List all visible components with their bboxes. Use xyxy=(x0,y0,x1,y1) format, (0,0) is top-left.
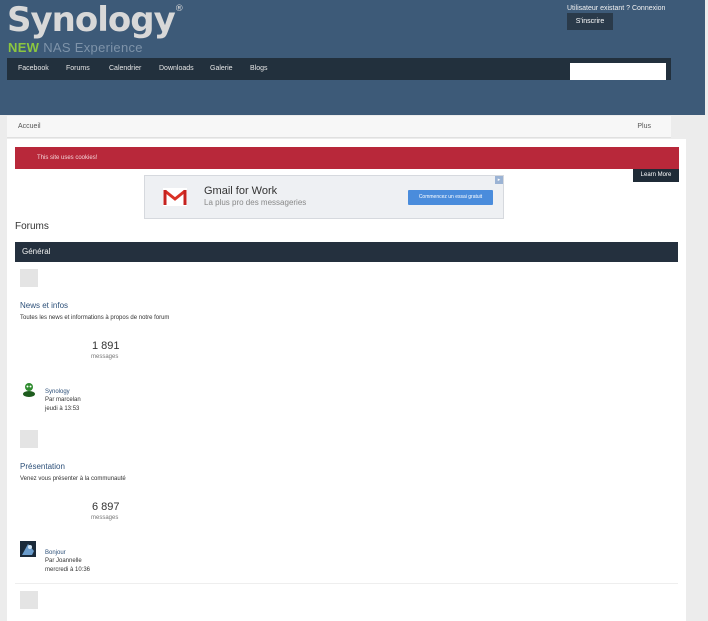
breadcrumb-home[interactable]: Accueil xyxy=(18,116,41,138)
search-input[interactable] xyxy=(570,63,666,80)
ad-choices-icon[interactable]: ▸ xyxy=(495,176,503,184)
nav-item-calendrier[interactable]: Calendrier xyxy=(109,58,141,80)
breadcrumb-more[interactable]: Plus xyxy=(637,116,651,138)
forum-status-icon xyxy=(20,430,38,448)
forum-link-news[interactable]: News et infos xyxy=(20,301,68,310)
forum-post-count: 1 891 xyxy=(92,340,120,352)
forum-description: Toutes les news et informations à propos… xyxy=(20,315,170,321)
ad-cta-button[interactable]: Commencez un essai gratuit xyxy=(408,190,493,205)
last-post-date: jeudi à 13:53 xyxy=(45,406,80,412)
nav-item-forums[interactable]: Forums xyxy=(66,58,90,80)
tagline-rest: NAS Experience xyxy=(43,40,143,55)
last-post-author[interactable]: Par Joannelle xyxy=(45,558,82,564)
ad-title: Gmail for Work xyxy=(204,185,278,197)
nav-item-facebook[interactable]: Facebook xyxy=(18,58,49,80)
signin-link[interactable]: Utilisateur existant ? Connexion xyxy=(567,5,665,12)
breadcrumb: Accueil Plus xyxy=(7,116,671,138)
last-post-author[interactable]: Par marcelan xyxy=(45,397,81,403)
learn-more-button[interactable]: Learn More xyxy=(633,169,679,182)
nav-item-downloads[interactable]: Downloads xyxy=(159,58,194,80)
cookie-text: This site uses cookies! xyxy=(37,155,98,161)
last-post-title[interactable]: Synology xyxy=(45,389,70,395)
category-title: Général xyxy=(22,247,51,256)
last-post-date: mercredi à 10:36 xyxy=(45,567,91,573)
forum-post-count-label: messages xyxy=(91,354,119,360)
ad-subtitle: La plus pro des messageries xyxy=(204,198,307,207)
forum-status-icon xyxy=(20,591,38,609)
user-avatar[interactable] xyxy=(20,541,36,557)
forum-description: Venez vous présenter à la communauté xyxy=(20,476,126,482)
user-avatar[interactable] xyxy=(21,381,37,397)
gmail-icon xyxy=(163,188,187,206)
tagline-new: NEW xyxy=(8,40,40,55)
cookie-banner: This site uses cookies! xyxy=(15,147,679,169)
site-tagline: NEW NAS Experience xyxy=(8,40,143,55)
last-post-title[interactable]: Bonjour xyxy=(45,550,66,556)
row-divider xyxy=(15,583,678,584)
nav-item-galerie[interactable]: Galerie xyxy=(210,58,233,80)
site-logo[interactable]: Synology® xyxy=(7,0,184,40)
forum-post-count-label: messages xyxy=(91,515,119,521)
forum-post-count: 6 897 xyxy=(92,501,120,513)
ad-banner[interactable]: Gmail for Work La plus pro des messageri… xyxy=(144,175,504,219)
nav-item-blogs[interactable]: Blogs xyxy=(250,58,268,80)
signup-button[interactable]: S'inscrire xyxy=(567,13,613,30)
category-header[interactable]: Général xyxy=(15,242,678,262)
forum-status-icon xyxy=(20,269,38,287)
page-title: Forums xyxy=(15,221,49,232)
forum-link-presentation[interactable]: Présentation xyxy=(20,462,65,471)
